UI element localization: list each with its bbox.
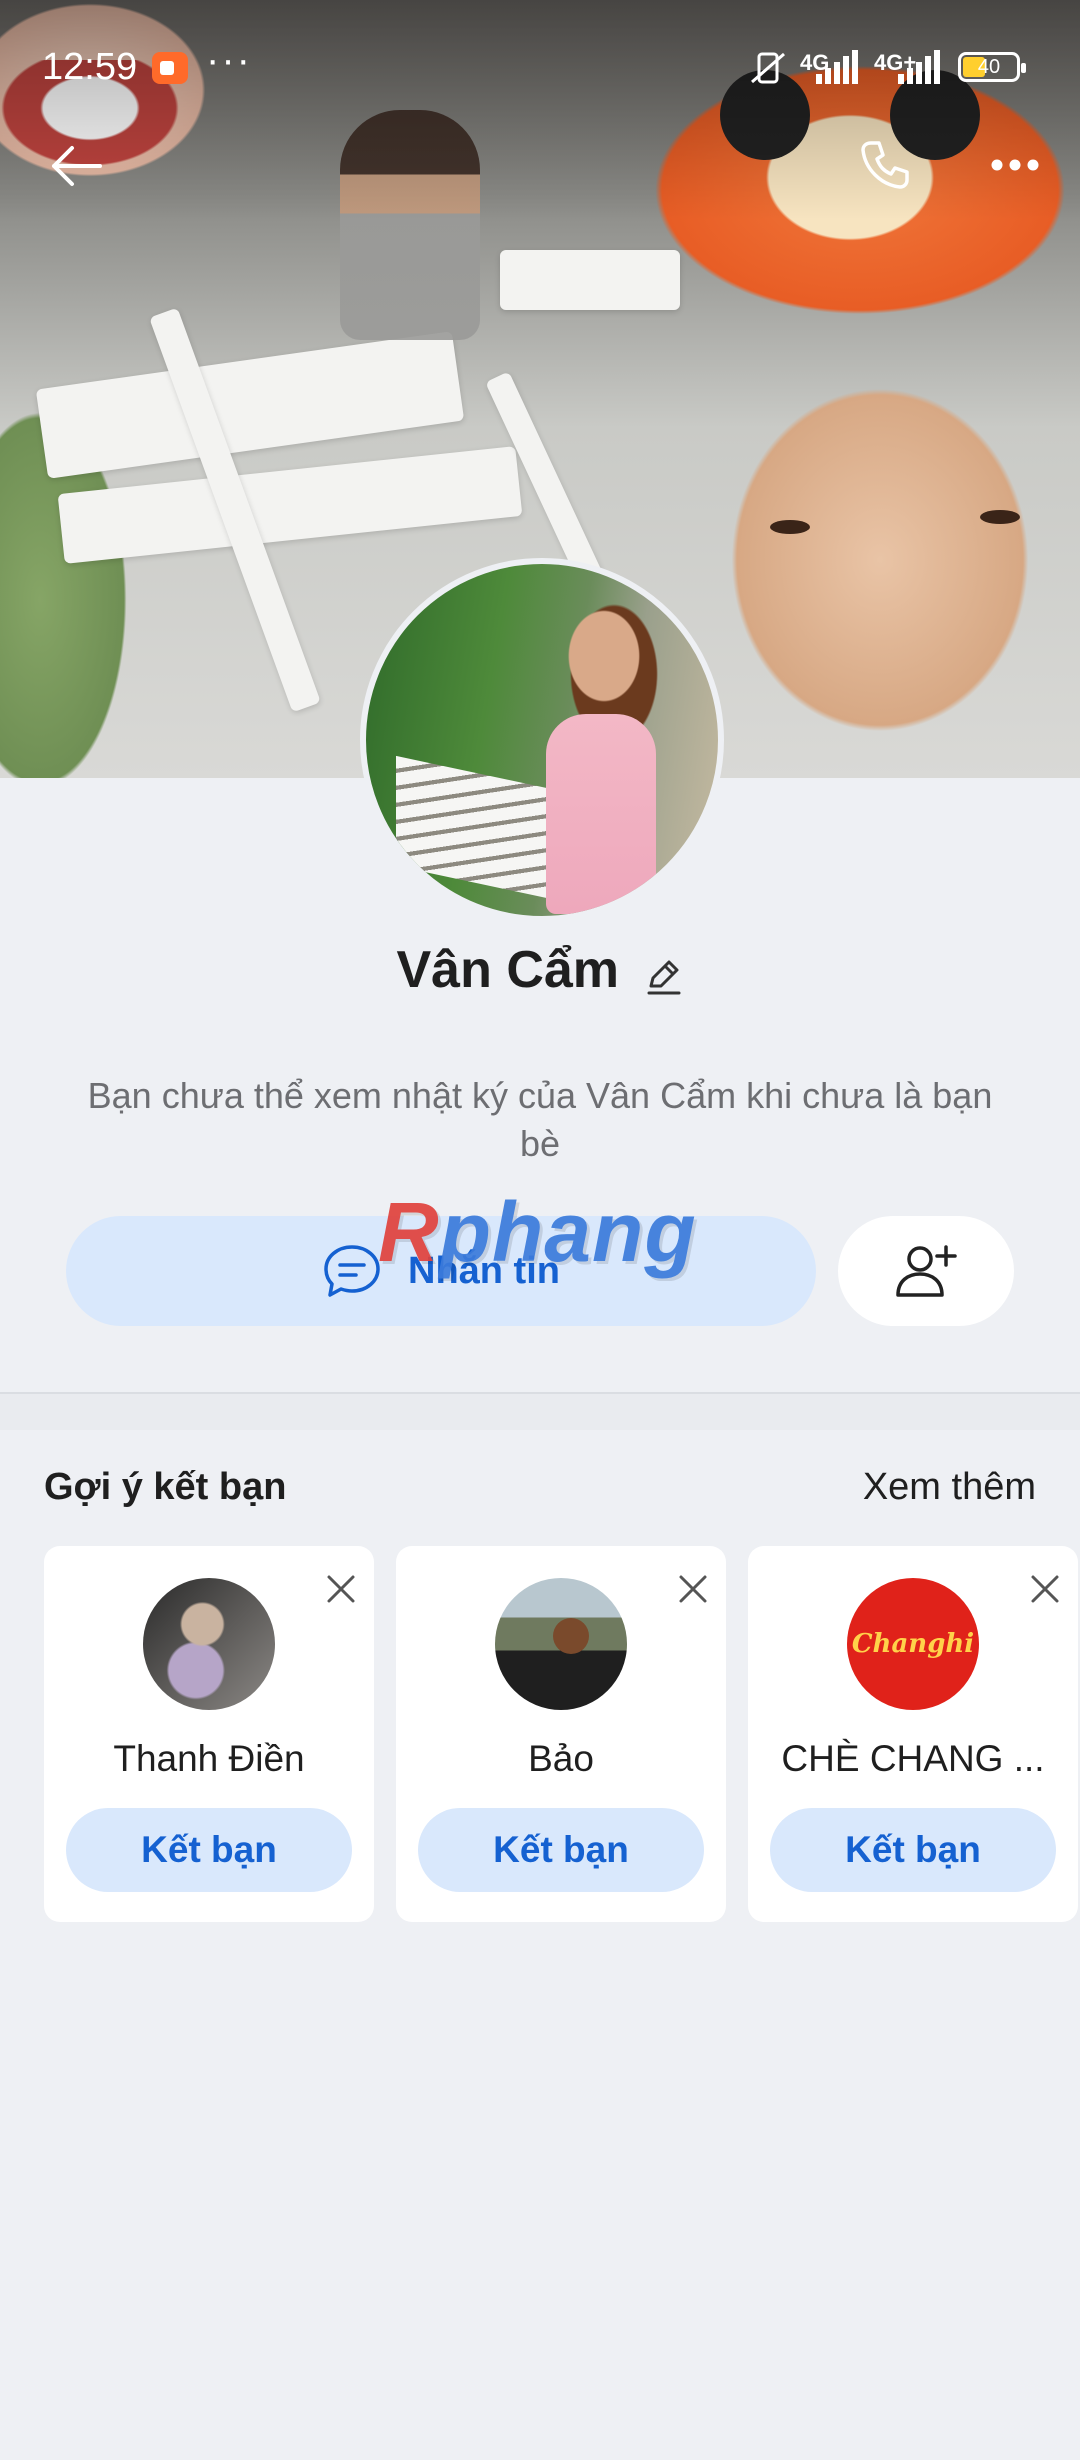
dismiss-suggestion-button[interactable] xyxy=(326,1574,356,1609)
signal-bars-2-icon xyxy=(898,50,940,84)
cover-chair xyxy=(500,250,680,310)
battery-level: 40 xyxy=(977,56,1001,78)
status-time: 12:59 xyxy=(42,46,138,88)
phone-icon xyxy=(861,141,909,189)
suggestions-title: Gợi ý kết bạn xyxy=(44,1466,287,1508)
watermark-logo: Rphang xyxy=(378,1184,697,1281)
suggestion-avatar[interactable] xyxy=(143,1578,275,1710)
chat-bubble-icon xyxy=(324,1245,380,1297)
vibrate-off-icon xyxy=(751,52,785,84)
dismiss-suggestion-button[interactable] xyxy=(678,1574,708,1609)
edit-name-button[interactable] xyxy=(643,956,683,1001)
profile-name: Vân Cẩm xyxy=(396,941,620,999)
profile-name-row: Vân Cẩm xyxy=(0,940,1080,1001)
more-options-button[interactable] xyxy=(980,140,1050,190)
suggestion-card[interactable]: Changhi CHÈ CHANG ... Kết bạn xyxy=(748,1546,1078,1922)
suggestion-name: Thanh Điền xyxy=(113,1738,305,1779)
close-icon xyxy=(679,1575,707,1603)
pencil-icon xyxy=(647,960,681,995)
add-friend-suggestion-button[interactable]: Kết bạn xyxy=(418,1808,704,1892)
arrow-left-icon xyxy=(52,146,102,186)
more-dots-icon xyxy=(991,159,1039,171)
suggestion-avatar[interactable] xyxy=(495,1578,627,1710)
suggestion-name: CHÈ CHANG ... xyxy=(781,1738,1045,1779)
watermark-first: R xyxy=(378,1185,440,1279)
add-friend-suggestion-button[interactable]: Kết bạn xyxy=(66,1808,352,1892)
screen-record-icon xyxy=(152,52,188,84)
suggestion-card[interactable]: Bảo Kết bạn xyxy=(396,1546,726,1922)
add-friend-suggestion-button[interactable]: Kết bạn xyxy=(770,1808,1056,1892)
add-friend-button[interactable] xyxy=(838,1216,1014,1326)
close-icon xyxy=(327,1575,355,1603)
cover-eye xyxy=(770,520,810,534)
back-button[interactable] xyxy=(40,136,112,196)
privacy-notice: Bạn chưa thể xem nhật ký của Vân Cẩm khi… xyxy=(87,1075,993,1164)
see-more-link[interactable]: Xem thêm xyxy=(863,1466,1036,1509)
suggestion-avatar[interactable]: Changhi xyxy=(847,1578,979,1710)
cover-eye xyxy=(980,510,1020,524)
dismiss-suggestion-button[interactable] xyxy=(1030,1574,1060,1609)
call-button[interactable] xyxy=(850,130,920,200)
signal-bars-1-icon xyxy=(816,50,858,84)
status-more: ··· xyxy=(206,38,252,82)
add-user-icon xyxy=(896,1245,957,1297)
suggestion-card[interactable]: Thanh Điền Kết bạn xyxy=(44,1546,374,1922)
status-bar: 12:59 ··· 4G 4G+ 40 xyxy=(0,0,1080,136)
watermark-rest: phang xyxy=(439,1185,697,1279)
close-icon xyxy=(1031,1575,1059,1603)
suggestion-name: Bảo xyxy=(528,1738,594,1779)
profile-avatar[interactable] xyxy=(360,558,724,922)
battery-icon: 40 xyxy=(958,52,1026,82)
cover-chair xyxy=(35,331,465,479)
brand-logo-text: Changhi xyxy=(851,1629,975,1659)
